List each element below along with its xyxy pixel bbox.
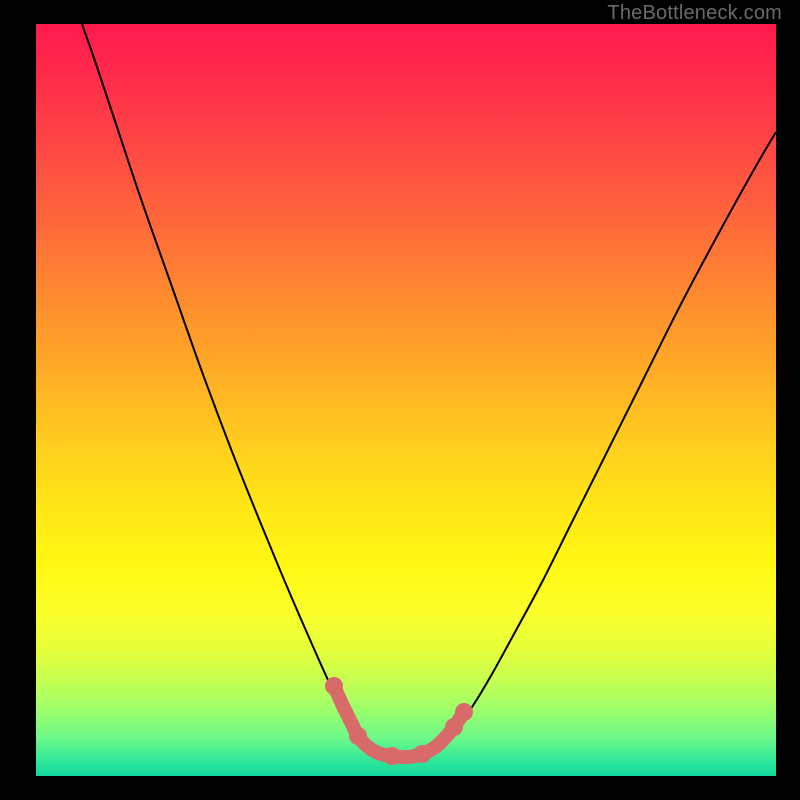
marker-dot [349,727,367,745]
marker-dot [445,718,463,736]
marker-overlay-line [334,686,464,757]
marker-dot [383,747,401,765]
chart-frame: TheBottleneck.com [0,0,800,800]
chart-svg [36,24,776,776]
marker-dot [455,703,473,721]
marker-dot [413,745,431,763]
plot-area [36,24,776,776]
watermark-text: TheBottleneck.com [607,2,782,25]
marker-dot [325,677,343,695]
bottleneck-curve [82,24,776,758]
